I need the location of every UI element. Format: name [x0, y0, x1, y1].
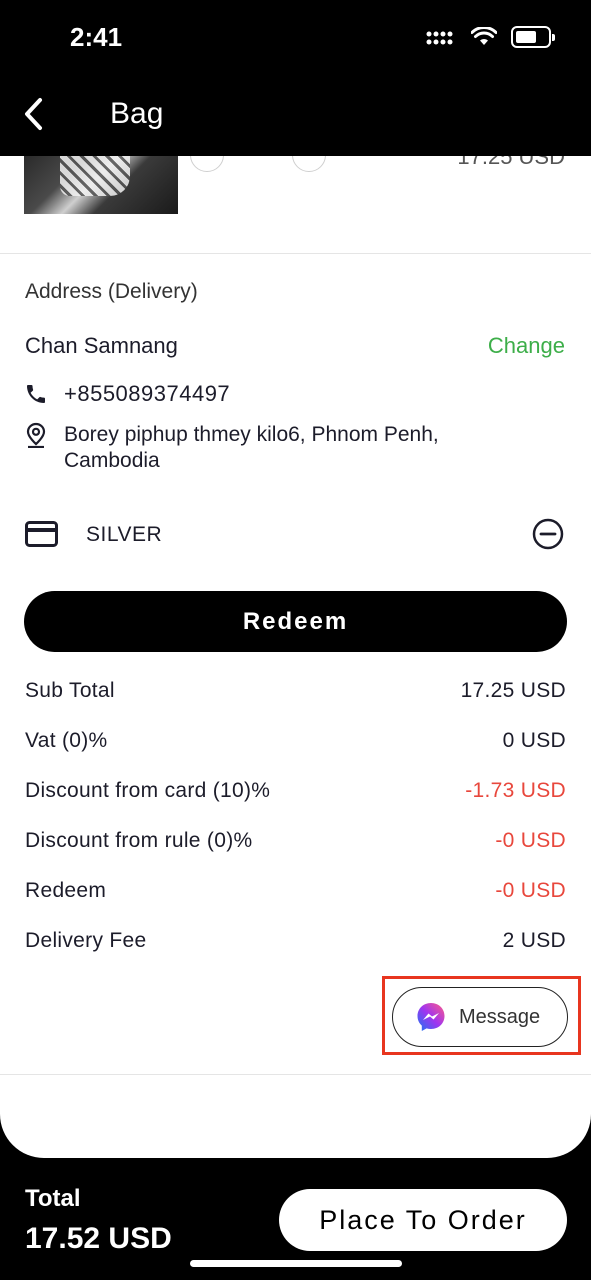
summary-row-vat: Vat (0)% 0 USD: [25, 729, 566, 759]
membership-card-label: SILVER: [86, 523, 163, 546]
total-label: Total: [25, 1185, 81, 1212]
summary-row-subtotal: Sub Total 17.25 USD: [25, 679, 566, 709]
status-bar: 2:41: [0, 0, 591, 80]
summary-label: Discount from rule (0)%: [25, 829, 253, 852]
status-icons: [425, 26, 555, 48]
place-order-button[interactable]: Place To Order: [279, 1189, 567, 1251]
summary-row-card-discount: Discount from card (10)% -1.73 USD: [25, 779, 566, 809]
messenger-icon: [417, 1003, 445, 1031]
message-label: Message: [459, 1005, 541, 1028]
redeem-button[interactable]: Redeem: [24, 591, 567, 652]
delivery-address: Borey piphup thmey kilo6, Phnom Penh, Ca…: [64, 423, 439, 472]
summary-value: 2 USD: [502, 929, 566, 952]
summary-label: Discount from card (10)%: [25, 779, 271, 802]
phone-icon: [27, 385, 45, 403]
chevron-left-icon[interactable]: [20, 96, 50, 132]
bag-content[interactable]: 17.25 USD Address (Delivery) Chan Samnan…: [0, 156, 591, 1158]
summary-value: 0 USD: [502, 729, 566, 752]
summary-value: -0 USD: [495, 829, 566, 852]
summary-label: Redeem: [25, 879, 107, 902]
summary-row-rule-discount: Discount from rule (0)% -0 USD: [25, 829, 566, 859]
credit-card-icon: [25, 521, 58, 547]
summary-label: Vat (0)%: [25, 729, 108, 752]
message-button[interactable]: Message: [392, 987, 568, 1047]
address-section-title: Address (Delivery): [25, 280, 198, 303]
summary-value: 17.25 USD: [460, 679, 566, 702]
order-footer: Total 17.52 USD Place To Order: [0, 1158, 591, 1280]
divider: [0, 253, 591, 254]
wifi-icon: [471, 27, 497, 45]
increase-quantity-button[interactable]: [292, 156, 326, 172]
divider: [0, 1074, 591, 1075]
summary-label: Sub Total: [25, 679, 115, 702]
product-image[interactable]: [24, 156, 178, 214]
summary-value: -1.73 USD: [465, 779, 566, 802]
home-indicator[interactable]: [190, 1260, 402, 1267]
location-pin-icon: [26, 422, 46, 448]
phone-number: +855089374497: [64, 381, 231, 406]
cellular-signal-icon: [426, 31, 453, 45]
summary-label: Delivery Fee: [25, 929, 147, 952]
product-price: 17.25 USD: [457, 156, 565, 169]
status-time: 2:41: [70, 22, 123, 52]
minus-circle-icon[interactable]: [532, 518, 564, 550]
decrease-quantity-button[interactable]: [190, 156, 224, 172]
header: Bag: [0, 80, 591, 156]
summary-row-redeem: Redeem -0 USD: [25, 879, 566, 909]
total-value: 17.52 USD: [25, 1222, 172, 1255]
battery-icon: [511, 26, 555, 48]
summary-row-delivery-fee: Delivery Fee 2 USD: [25, 929, 566, 959]
page-title: Bag: [110, 97, 164, 130]
change-address-link[interactable]: Change: [488, 333, 565, 359]
recipient-name: Chan Samnang: [25, 333, 178, 358]
summary-value: -0 USD: [495, 879, 566, 902]
